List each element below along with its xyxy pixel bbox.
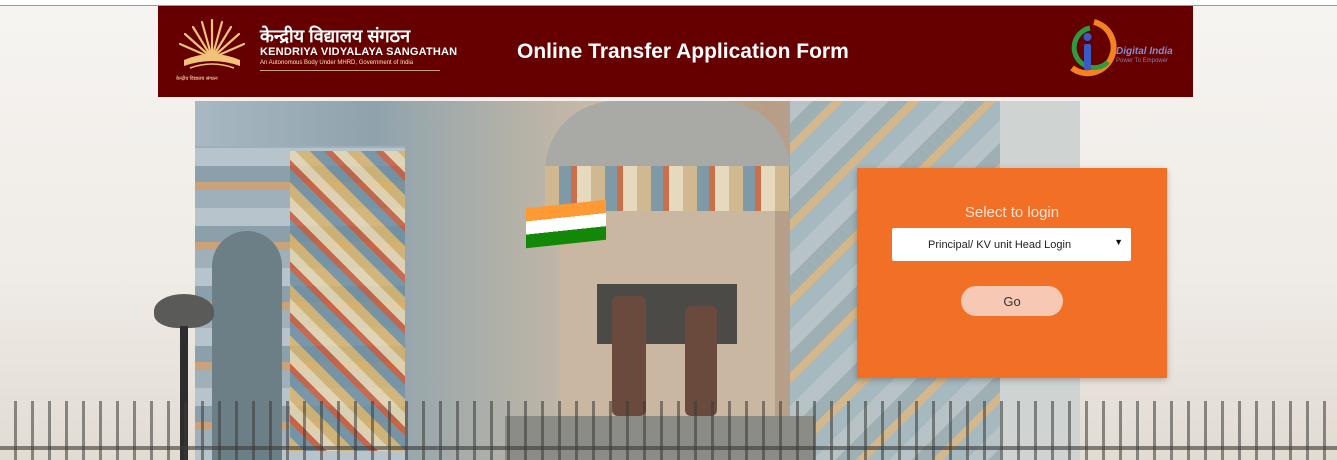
go-button[interactable]: Go (961, 286, 1063, 316)
login-type-select[interactable]: Principal/ KV unit Head Login ▼ (892, 228, 1131, 261)
org-subtitle: An Autonomous Body Under MHRD, Governmen… (260, 60, 414, 66)
login-type-selected: Principal/ KV unit Head Login (928, 239, 1072, 251)
flag-icon (526, 199, 606, 249)
org-name-hindi: केन्द्रीय विद्यालय संगठन (260, 26, 411, 46)
login-card: Select to login Principal/ KV unit Head … (857, 168, 1167, 378)
digital-india-logo-icon (1070, 19, 1117, 77)
org-name-english: KENDRIYA VIDYALAYA SANGATHAN (260, 46, 458, 58)
digital-india-tagline: Power To Empower (1116, 58, 1168, 64)
chevron-down-icon: ▼ (1114, 237, 1123, 247)
kvs-sun-logo-icon (178, 18, 246, 69)
login-title: Select to login (964, 204, 1060, 221)
page-title: Online Transfer Application Form (517, 40, 849, 63)
digital-india-text: Digital India (1116, 46, 1173, 57)
logo-caption: केन्द्रीय विद्यालय संगठन (176, 76, 218, 82)
